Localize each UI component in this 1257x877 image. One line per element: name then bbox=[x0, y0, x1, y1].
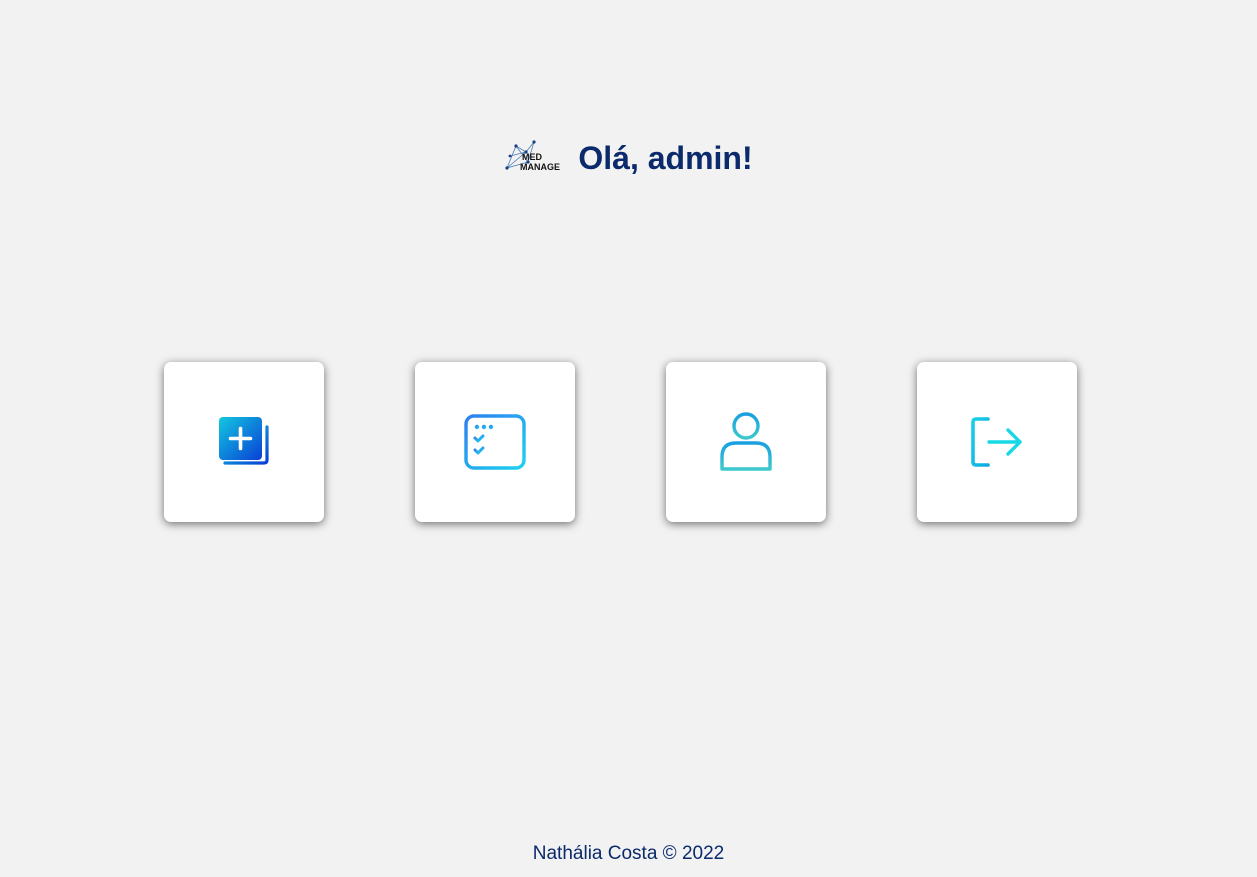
user-icon bbox=[720, 412, 772, 471]
profile-card[interactable] bbox=[666, 362, 826, 522]
svg-text:MANAGE: MANAGE bbox=[520, 162, 560, 172]
checklist-card[interactable] bbox=[415, 362, 575, 522]
add-record-card[interactable] bbox=[164, 362, 324, 522]
footer-credit: Nathália Costa © 2022 bbox=[532, 843, 725, 864]
checklist-icon bbox=[464, 414, 526, 470]
page-header: MED MANAGE Olá, admin! bbox=[0, 138, 1257, 178]
greeting-title: Olá, admin! bbox=[578, 140, 753, 176]
logout-icon bbox=[971, 417, 1022, 467]
add-document-icon bbox=[219, 417, 269, 465]
medmanage-logo: MED MANAGE bbox=[505, 140, 560, 172]
logout-card[interactable] bbox=[917, 362, 1077, 522]
svg-text:MED: MED bbox=[522, 152, 543, 162]
dashboard-cards bbox=[0, 362, 1257, 522]
